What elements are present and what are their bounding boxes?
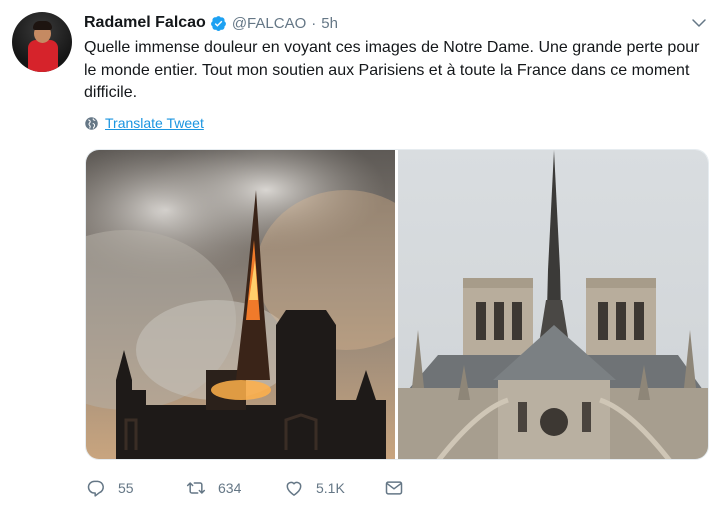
globe-icon [85, 116, 98, 130]
notre-dame-intact-image[interactable] [398, 150, 709, 460]
retweet-count: 634 [218, 480, 242, 496]
retweet-button[interactable]: 634 [186, 475, 241, 501]
reply-button[interactable]: 55 [86, 475, 134, 501]
reply-icon [87, 480, 104, 497]
header-separator: · [311, 14, 317, 32]
reply-count: 55 [118, 480, 134, 496]
like-count: 5.1K [316, 480, 345, 496]
tweet-card[interactable]: Radamel Falcao @FALCAO · 5h Quelle immen… [0, 0, 720, 507]
heart-icon [286, 481, 302, 496]
verified-badge-icon [210, 15, 226, 31]
tweet-media[interactable] [85, 149, 709, 460]
tweet-text: Quelle immense douleur en voyant ces ima… [84, 39, 700, 101]
retweet-icon [186, 482, 206, 494]
translate-link[interactable]: Translate Tweet [84, 115, 204, 131]
avatar-hair [33, 21, 52, 30]
tweet-header: Radamel Falcao @FALCAO · 5h [84, 13, 338, 33]
notre-dame-fire-image[interactable] [86, 150, 395, 460]
tweet-timestamp[interactable]: 5h [321, 15, 338, 32]
tweet-actions: 55 634 5.1K [86, 475, 506, 501]
author-name[interactable]: Radamel Falcao [84, 14, 206, 32]
avatar-shirt [28, 40, 58, 72]
author-handle[interactable]: @FALCAO [232, 15, 306, 32]
author-avatar[interactable] [12, 12, 72, 72]
like-button[interactable]: 5.1K [284, 475, 345, 501]
translate-label[interactable]: Translate Tweet [105, 115, 204, 131]
chevron-down-icon[interactable] [690, 14, 708, 32]
envelope-icon [385, 481, 403, 495]
direct-message-button[interactable] [384, 475, 404, 501]
